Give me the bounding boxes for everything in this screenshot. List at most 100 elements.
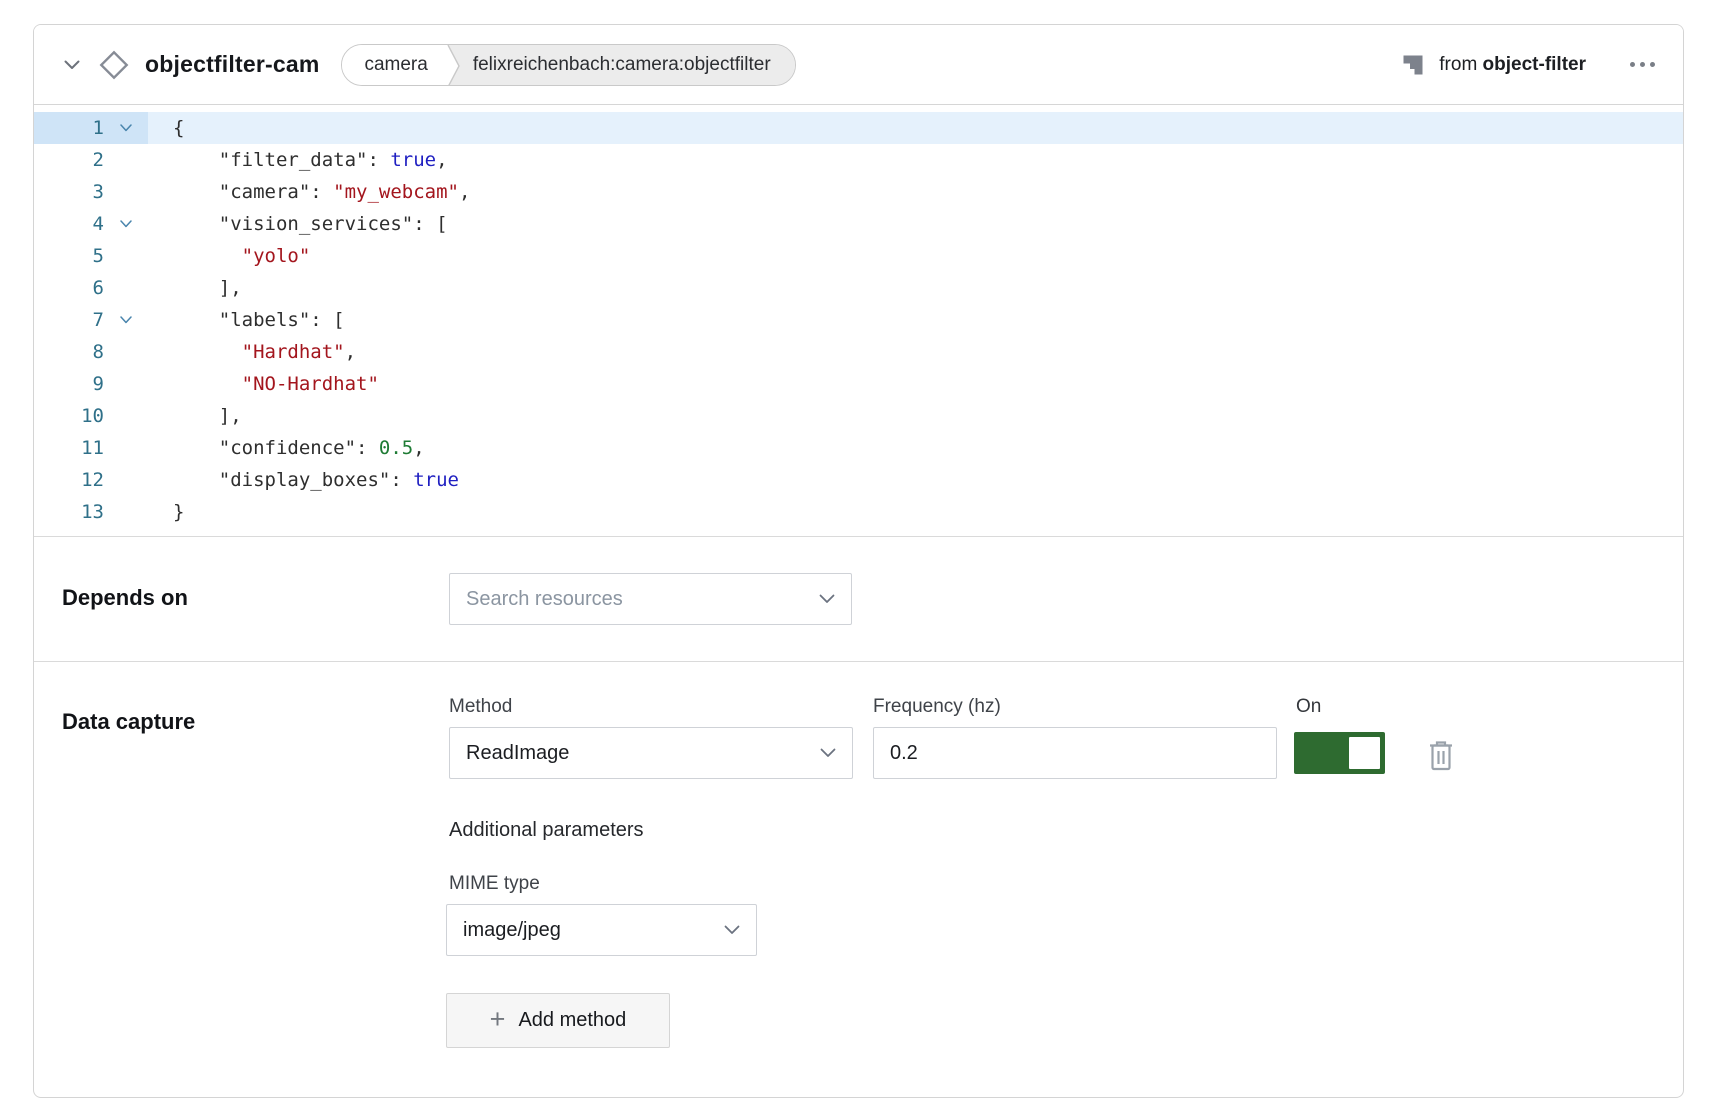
code-text: "Hardhat", xyxy=(148,336,356,368)
module-icon xyxy=(1401,53,1425,77)
code-text: } xyxy=(148,496,184,528)
line-number: 2 xyxy=(34,144,104,176)
code-line[interactable]: 1{ xyxy=(34,112,1683,144)
resource-model-badge: felixreichenbach:camera:objectfilter xyxy=(461,45,795,85)
code-line[interactable]: 11 "confidence": 0.5, xyxy=(34,432,1683,464)
fold-spacer xyxy=(104,176,148,208)
capture-on-toggle[interactable] xyxy=(1294,732,1385,774)
line-number: 12 xyxy=(34,464,104,496)
chevron-down-icon xyxy=(724,925,740,935)
code-line[interactable]: 2 "filter_data": true, xyxy=(34,144,1683,176)
code-text: "filter_data": true, xyxy=(148,144,448,176)
fold-spacer xyxy=(104,432,148,464)
editor-gutter: 11 xyxy=(34,432,148,464)
resource-header: objectfilter-cam camera felixreichenbach… xyxy=(34,25,1683,105)
line-number: 6 xyxy=(34,272,104,304)
code-text: "NO-Hardhat" xyxy=(148,368,379,400)
code-line[interactable]: 6 ], xyxy=(34,272,1683,304)
on-label: On xyxy=(1296,696,1454,718)
editor-gutter: 10 xyxy=(34,400,148,432)
add-method-button[interactable]: + Add method xyxy=(446,993,670,1048)
fold-chevron-icon[interactable] xyxy=(104,112,148,144)
fold-spacer xyxy=(104,464,148,496)
capture-method-row: Method ReadImage Frequency (hz) On xyxy=(449,696,1655,779)
module-source-label: from object-filter xyxy=(1439,54,1586,76)
camera-resource-diamond-icon xyxy=(97,48,131,82)
mime-type-select[interactable]: image/jpeg xyxy=(446,904,757,956)
code-line[interactable]: 9 "NO-Hardhat" xyxy=(34,368,1683,400)
depends-on-title: Depends on xyxy=(62,585,449,625)
toggle-knob xyxy=(1349,737,1380,769)
add-method-label: Add method xyxy=(518,1009,626,1032)
code-text: "labels": [ xyxy=(148,304,345,336)
fold-spacer xyxy=(104,400,148,432)
editor-gutter: 4 xyxy=(34,208,148,240)
line-number: 13 xyxy=(34,496,104,528)
line-number: 11 xyxy=(34,432,104,464)
fold-chevron-icon[interactable] xyxy=(104,304,148,336)
code-line[interactable]: 4 "vision_services": [ xyxy=(34,208,1683,240)
code-line[interactable]: 13} xyxy=(34,496,1683,528)
code-text: "yolo" xyxy=(148,240,310,272)
resource-search-select[interactable]: Search resources xyxy=(449,573,852,625)
line-number: 3 xyxy=(34,176,104,208)
editor-gutter: 9 xyxy=(34,368,148,400)
method-label: Method xyxy=(449,696,853,718)
line-number: 4 xyxy=(34,208,104,240)
mime-type-label: MIME type xyxy=(449,873,1655,895)
code-line[interactable]: 10 ], xyxy=(34,400,1683,432)
fold-spacer xyxy=(104,336,148,368)
editor-gutter: 13 xyxy=(34,496,148,528)
depends-on-section: Depends on Search resources xyxy=(34,536,1683,661)
data-capture-title: Data capture xyxy=(62,709,449,1048)
plus-icon: + xyxy=(490,1006,506,1033)
fold-spacer xyxy=(104,144,148,176)
editor-gutter: 7 xyxy=(34,304,148,336)
code-text: { xyxy=(148,112,184,144)
chevron-down-icon xyxy=(820,748,836,758)
fold-chevron-icon[interactable] xyxy=(104,208,148,240)
line-number: 5 xyxy=(34,240,104,272)
json-code-editor[interactable]: 1{2 "filter_data": true,3 "camera": "my_… xyxy=(34,105,1683,536)
line-number: 8 xyxy=(34,336,104,368)
code-line[interactable]: 5 "yolo" xyxy=(34,240,1683,272)
code-text: "vision_services": [ xyxy=(148,208,448,240)
method-value: ReadImage xyxy=(466,742,569,765)
mime-type-value: image/jpeg xyxy=(463,919,561,942)
breadcrumb-chevron-icon xyxy=(444,45,461,86)
code-text: ], xyxy=(148,400,242,432)
editor-gutter: 6 xyxy=(34,272,148,304)
header-right-group: from object-filter xyxy=(1401,53,1657,77)
frequency-input[interactable] xyxy=(873,727,1277,779)
line-number: 10 xyxy=(34,400,104,432)
delete-method-button[interactable] xyxy=(1428,741,1454,771)
search-placeholder: Search resources xyxy=(466,588,623,611)
editor-gutter: 5 xyxy=(34,240,148,272)
editor-gutter: 3 xyxy=(34,176,148,208)
line-number: 7 xyxy=(34,304,104,336)
method-select[interactable]: ReadImage xyxy=(449,727,853,779)
module-source-name: object-filter xyxy=(1483,54,1586,75)
code-text: "display_boxes": true xyxy=(148,464,459,496)
code-line[interactable]: 3 "camera": "my_webcam", xyxy=(34,176,1683,208)
data-capture-section: Data capture Method ReadImage Frequency … xyxy=(34,661,1683,1084)
resource-card: objectfilter-cam camera felixreichenbach… xyxy=(33,24,1684,1098)
code-line[interactable]: 12 "display_boxes": true xyxy=(34,464,1683,496)
code-text: ], xyxy=(148,272,242,304)
code-line[interactable]: 7 "labels": [ xyxy=(34,304,1683,336)
code-line[interactable]: 8 "Hardhat", xyxy=(34,336,1683,368)
more-options-button[interactable] xyxy=(1628,56,1657,73)
fold-spacer xyxy=(104,368,148,400)
fold-spacer xyxy=(104,272,148,304)
editor-gutter: 2 xyxy=(34,144,148,176)
from-word: from xyxy=(1439,54,1477,75)
additional-parameters-label: Additional parameters xyxy=(449,819,1655,842)
frequency-label: Frequency (hz) xyxy=(873,696,1277,718)
editor-gutter: 12 xyxy=(34,464,148,496)
chevron-down-icon xyxy=(819,594,835,604)
resource-type-badge: camera xyxy=(342,45,443,85)
resource-title: objectfilter-cam xyxy=(145,51,319,78)
collapse-chevron-icon[interactable] xyxy=(59,60,85,70)
fold-spacer xyxy=(104,496,148,528)
editor-gutter: 8 xyxy=(34,336,148,368)
